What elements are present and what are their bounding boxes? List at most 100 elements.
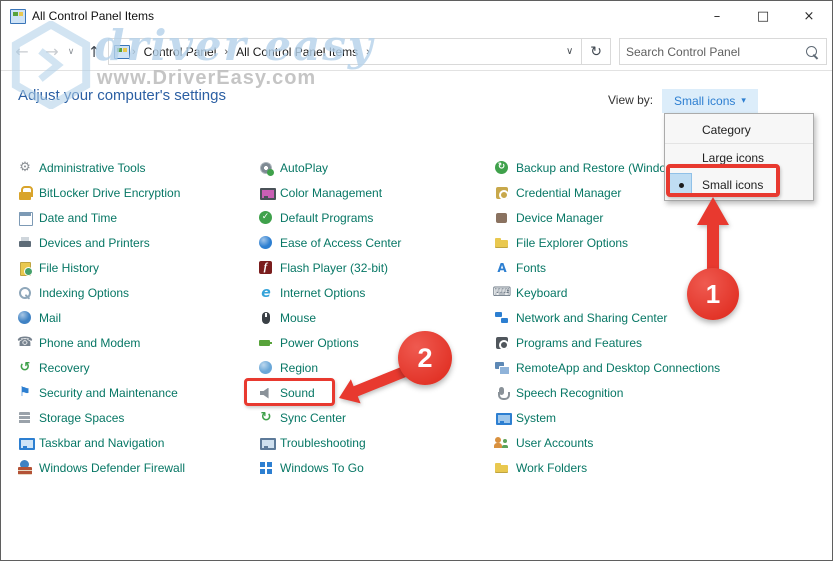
control-panel-item[interactable]: Security and Maintenance — [17, 380, 249, 405]
control-panel-item-label: Default Programs — [280, 211, 373, 225]
page-title: Adjust your computer's settings — [18, 87, 226, 104]
control-panel-item-label: Speech Recognition — [516, 386, 623, 400]
title-bar: All Control Panel Items – □ × — [1, 1, 832, 32]
refresh-icon[interactable]: ↻ — [582, 44, 610, 60]
flash-player-icon — [258, 260, 274, 276]
control-panel-item[interactable]: Speech Recognition — [494, 380, 829, 405]
control-panel-item[interactable]: Storage Spaces — [17, 405, 249, 430]
control-panel-item-label: Taskbar and Navigation — [39, 436, 164, 450]
control-panel-item-label: Flash Player (32-bit) — [280, 261, 388, 275]
control-panel-item[interactable]: Windows To Go — [258, 455, 496, 480]
control-panel-item[interactable]: Indexing Options — [17, 280, 249, 305]
administrative-tools-icon — [17, 160, 33, 176]
view-menu-item-category[interactable]: Category — [665, 116, 813, 144]
items-column-2: AutoPlay Color Management Default Programs… — [258, 155, 496, 480]
control-panel-item[interactable]: Network and Sharing Center — [494, 305, 829, 330]
control-panel-item[interactable]: Mail — [17, 305, 249, 330]
control-panel-item[interactable]: Taskbar and Navigation — [17, 430, 249, 455]
search-input[interactable] — [620, 45, 804, 59]
control-panel-item-label: Fonts — [516, 261, 546, 275]
control-panel-item[interactable]: Programs and Features — [494, 330, 829, 355]
minimize-button[interactable]: – — [694, 1, 740, 32]
forward-button[interactable]: → — [39, 32, 65, 71]
chevron-down-icon: ▾ — [741, 96, 746, 106]
control-panel-window: All Control Panel Items – □ × ← → ∨ ↑ › … — [0, 0, 833, 561]
control-panel-item[interactable]: File Explorer Options — [494, 230, 829, 255]
sync-center-icon — [258, 410, 274, 426]
control-panel-item-label: Color Management — [280, 186, 382, 200]
user-accounts-icon — [494, 435, 510, 451]
file-explorer-options-icon — [494, 235, 510, 251]
annotation-box-small-icons — [666, 164, 780, 197]
view-by-dropdown[interactable]: Small icons ▾ — [662, 89, 758, 113]
control-panel-item[interactable]: Power Options — [258, 330, 496, 355]
control-panel-item[interactable]: Work Folders — [494, 455, 829, 480]
control-panel-item[interactable]: Recovery — [17, 355, 249, 380]
control-panel-item-label: Windows To Go — [280, 461, 364, 475]
work-folders-icon — [494, 460, 510, 476]
items-column-3: Backup and Restore (Windows 7)Credential… — [494, 155, 829, 480]
region-icon — [258, 360, 274, 376]
control-panel-app-icon — [10, 9, 26, 24]
control-panel-item[interactable]: Windows Defender Firewall — [17, 455, 249, 480]
control-panel-item-label: Keyboard — [516, 286, 567, 300]
control-panel-item[interactable]: Fonts — [494, 255, 829, 280]
menu-gutter — [669, 118, 692, 141]
control-panel-item-label: Storage Spaces — [39, 411, 124, 425]
control-panel-item[interactable]: Date and Time — [17, 205, 249, 230]
annotation-box-sound — [244, 378, 335, 406]
control-panel-item[interactable]: File History — [17, 255, 249, 280]
control-panel-item-label: Device Manager — [516, 211, 603, 225]
mouse-icon — [258, 310, 274, 326]
control-panel-item[interactable]: Troubleshooting — [258, 430, 496, 455]
maximize-button[interactable]: □ — [740, 1, 786, 32]
breadcrumb-all-control-panel-items[interactable]: All Control Panel Items — [230, 45, 364, 59]
control-panel-item[interactable]: AutoPlay — [258, 155, 496, 180]
control-panel-item-label: Date and Time — [39, 211, 117, 225]
annotation-step-2-badge: 2 — [398, 331, 452, 385]
device-manager-icon — [494, 210, 510, 226]
control-panel-item[interactable]: Keyboard — [494, 280, 829, 305]
control-panel-item-label: Network and Sharing Center — [516, 311, 667, 325]
control-panel-item-label: Programs and Features — [516, 336, 642, 350]
address-dropdown-icon[interactable]: ∨ — [558, 46, 581, 57]
address-bar[interactable]: › Control Panel › All Control Panel Item… — [108, 38, 611, 65]
control-panel-item-label: Ease of Access Center — [280, 236, 401, 250]
windows-to-go-icon — [258, 460, 274, 476]
close-button[interactable]: × — [786, 1, 832, 32]
control-panel-item[interactable]: Default Programs — [258, 205, 496, 230]
storage-spaces-icon — [17, 410, 33, 426]
breadcrumb: › Control Panel › All Control Panel Item… — [130, 45, 372, 59]
phone-and-modem-icon — [17, 335, 33, 351]
annotation-arrow-up-icon — [691, 195, 735, 279]
annotation-step-1-badge: 1 — [687, 268, 739, 320]
up-button[interactable]: ↑ — [83, 32, 105, 71]
control-panel-item[interactable]: Phone and Modem — [17, 330, 249, 355]
control-panel-item-label: Mouse — [280, 311, 316, 325]
control-panel-item[interactable]: Devices and Printers — [17, 230, 249, 255]
control-panel-item-label: Windows Defender Firewall — [39, 461, 185, 475]
control-panel-item[interactable]: Ease of Access Center — [258, 230, 496, 255]
backup-and-restore-icon — [494, 160, 510, 176]
keyboard-icon — [494, 285, 510, 301]
recovery-icon — [17, 360, 33, 376]
control-panel-item-label: Mail — [39, 311, 61, 325]
history-chevron-icon[interactable]: ∨ — [63, 32, 79, 71]
control-panel-item[interactable]: Device Manager — [494, 205, 829, 230]
control-panel-item[interactable]: Administrative Tools — [17, 155, 249, 180]
control-panel-item[interactable]: Mouse — [258, 305, 496, 330]
view-menu-item-label: Category — [702, 123, 751, 137]
breadcrumb-separator-icon: › — [364, 46, 372, 58]
breadcrumb-control-panel[interactable]: Control Panel — [138, 45, 223, 59]
control-panel-item[interactable]: Internet Options — [258, 280, 496, 305]
control-panel-item[interactable]: BitLocker Drive Encryption — [17, 180, 249, 205]
window-title: All Control Panel Items — [32, 9, 154, 23]
view-by-label: View by: — [608, 93, 653, 107]
search-icon[interactable] — [804, 44, 822, 60]
control-panel-item[interactable]: System — [494, 405, 829, 430]
control-panel-item[interactable]: RemoteApp and Desktop Connections — [494, 355, 829, 380]
back-button[interactable]: ← — [9, 32, 35, 71]
control-panel-item[interactable]: Flash Player (32-bit) — [258, 255, 496, 280]
control-panel-item[interactable]: User Accounts — [494, 430, 829, 455]
control-panel-item[interactable]: Color Management — [258, 180, 496, 205]
